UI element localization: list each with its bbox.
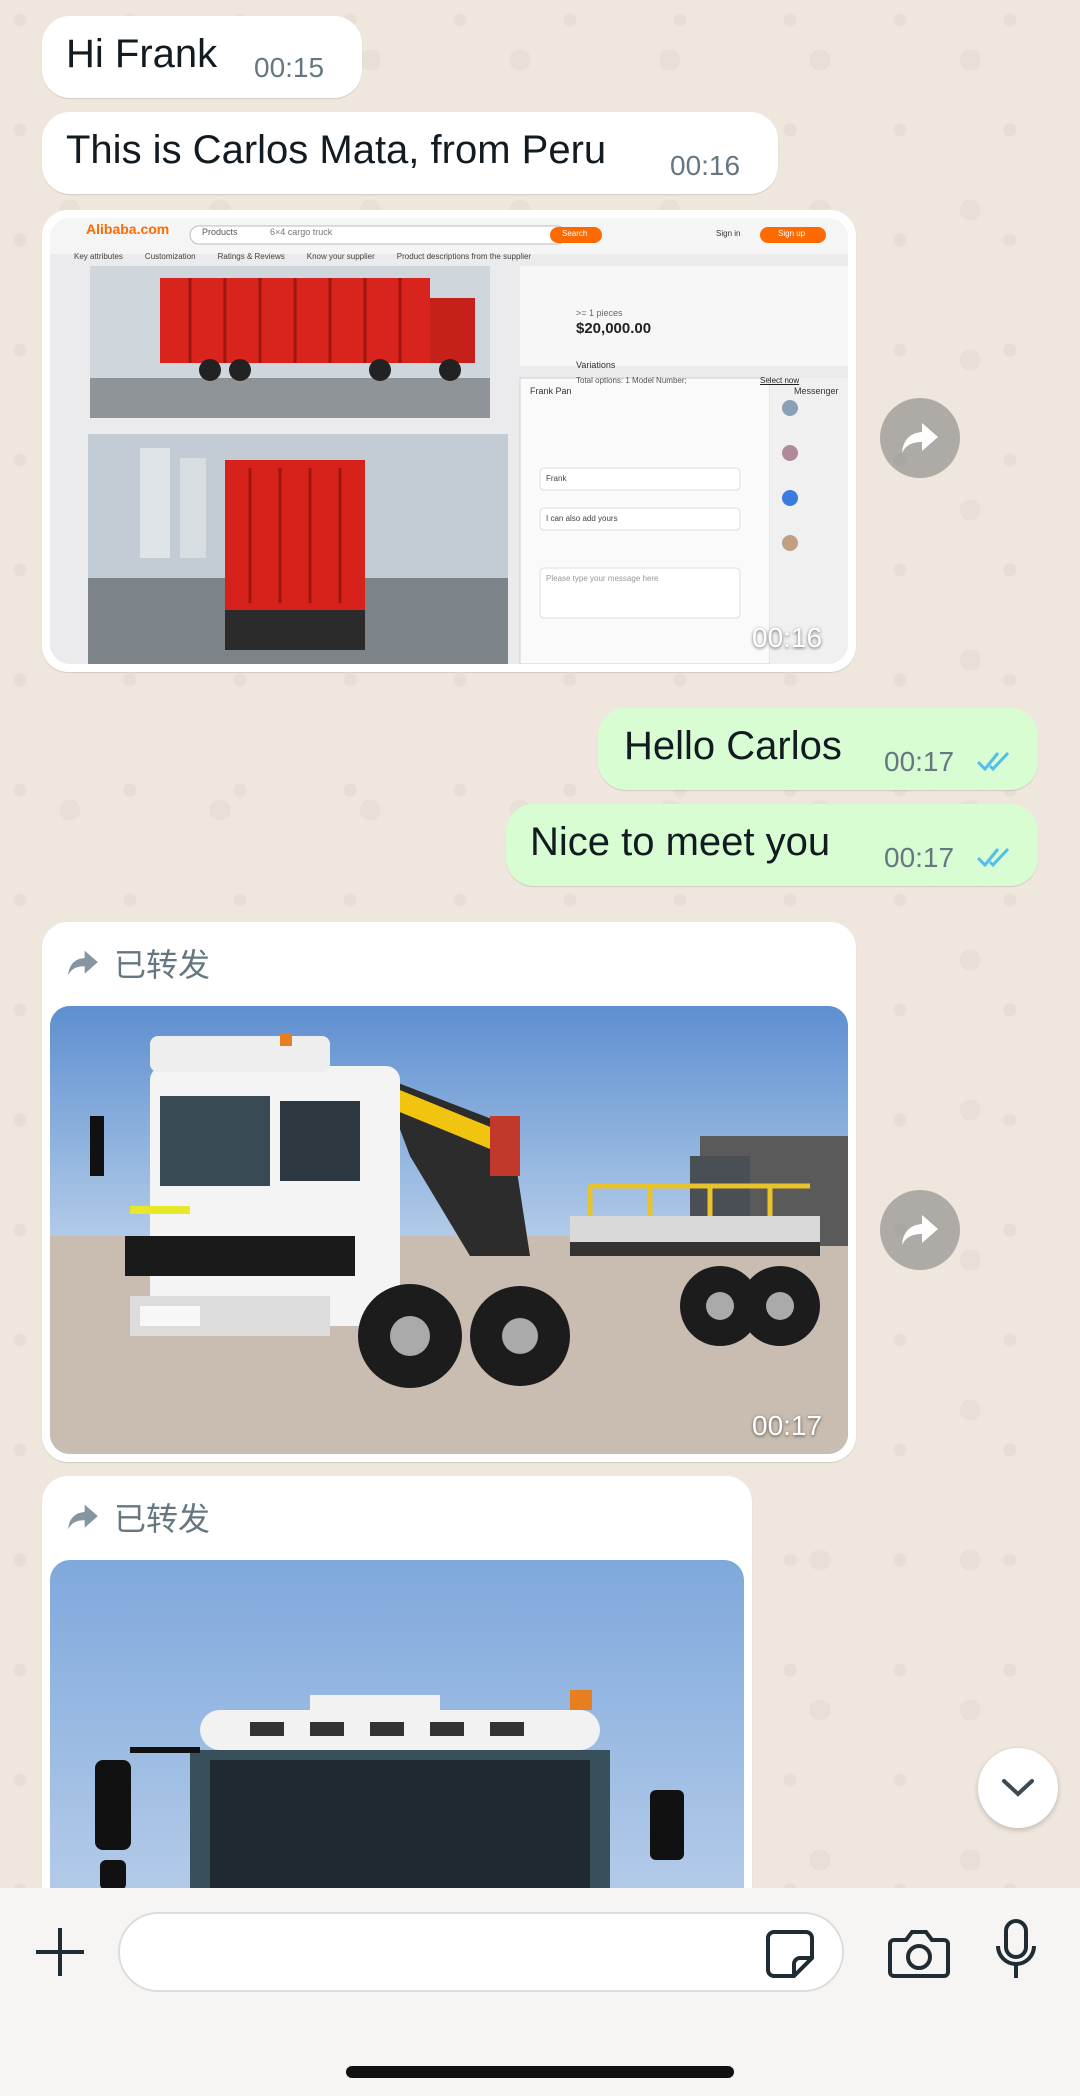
double-check-icon <box>976 847 1010 868</box>
share-forward-icon <box>902 1215 938 1245</box>
chevron-down-icon <box>1002 1779 1034 1797</box>
camera-button[interactable] <box>888 1924 950 1980</box>
alibaba-screenshot-image[interactable]: Alibaba.com Products 6×4 cargo truck Sea… <box>50 218 848 664</box>
screenshot-price: $20,000.00 <box>576 320 652 337</box>
message-bubble-outgoing[interactable]: Nice to meet you 00:17 <box>506 804 1038 886</box>
screenshot-tab: Ratings & Reviews <box>217 252 285 261</box>
message-text: Hi Frank <box>66 32 218 76</box>
forwarded-label: 已转发 <box>66 1494 210 1540</box>
screenshot-tabs: Key attributes Customization Ratings & R… <box>74 252 531 261</box>
message-input[interactable] <box>118 1912 844 1992</box>
image-message-incoming[interactable]: 已转发 <box>42 1476 752 1936</box>
screenshot-logo: Alibaba.com <box>86 221 170 237</box>
screenshot-tab: Product descriptions from the supplier <box>396 252 532 261</box>
message-text: This is Carlos Mata, from Peru <box>66 128 607 172</box>
microphone-icon <box>996 1919 1036 1978</box>
screenshot-chat-title: Frank Pan <box>530 386 572 396</box>
composer-bar <box>0 1888 1080 2096</box>
sticker-button[interactable] <box>764 1928 816 1980</box>
forwarded-label: 已转发 <box>66 940 210 986</box>
message-time: 00:17 <box>884 746 955 777</box>
attach-button[interactable] <box>32 1924 88 1980</box>
message-time: 00:16 <box>752 622 823 653</box>
forward-button[interactable] <box>880 398 960 478</box>
screenshot-signup: Sign up <box>778 229 806 238</box>
screenshot-chat-line: I can also add yours <box>546 514 618 523</box>
screenshot-signin: Sign in <box>716 229 741 238</box>
message-text: Hello Carlos <box>624 724 842 768</box>
truck-front-illustration <box>50 1560 744 1930</box>
sticker-icon <box>766 1930 814 1978</box>
plus-icon <box>36 1928 84 1976</box>
screenshot-chat-input: Please type your message here <box>546 574 659 583</box>
home-indicator <box>346 2066 734 2078</box>
message-text: Nice to meet you <box>530 820 831 864</box>
screenshot-total-options: Total options: 1 Model Number; <box>576 376 687 385</box>
message-time: 00:16 <box>670 150 741 181</box>
forwarded-text: 已转发 <box>114 946 211 984</box>
crane-truck-image[interactable]: 00:17 <box>50 1006 848 1454</box>
screenshot-pieces: >= 1 pieces <box>576 308 623 318</box>
image-message-incoming[interactable]: 已转发 <box>42 922 856 1462</box>
screenshot-search-query: 6×4 cargo truck <box>270 227 333 237</box>
screenshot-variations: Variations <box>576 360 616 370</box>
message-bubble-outgoing[interactable]: Hello Carlos 00:17 <box>598 708 1038 790</box>
screenshot-tab: Know your supplier <box>306 252 375 261</box>
truck-photo-illustration <box>50 1006 848 1454</box>
share-forward-icon <box>68 1504 98 1530</box>
double-check-icon <box>976 751 1010 772</box>
message-time: 00:15 <box>254 52 325 83</box>
forward-button[interactable] <box>880 1190 960 1270</box>
message-bubble-incoming[interactable]: Hi Frank 00:15 <box>42 16 362 98</box>
share-forward-icon <box>902 423 938 453</box>
screenshot-search-button: Search <box>562 229 588 238</box>
scroll-to-bottom-button[interactable] <box>978 1748 1058 1828</box>
share-forward-icon <box>68 950 98 976</box>
screenshot-messenger: Messenger <box>794 386 839 396</box>
image-message-incoming[interactable]: Alibaba.com Products 6×4 cargo truck Sea… <box>42 210 856 672</box>
message-time: 00:17 <box>752 1410 823 1441</box>
message-time: 00:17 <box>884 842 955 873</box>
screenshot-tab: Key attributes <box>74 252 123 261</box>
voice-message-button[interactable] <box>994 1918 1038 1982</box>
screenshot-chat-line: Frank <box>546 474 567 483</box>
camera-icon <box>888 1930 950 1978</box>
forwarded-text: 已转发 <box>114 1500 211 1538</box>
screenshot-tab: Customization <box>144 252 196 261</box>
message-bubble-incoming[interactable]: This is Carlos Mata, from Peru 00:16 <box>42 112 778 194</box>
truck-front-image[interactable] <box>50 1560 744 1930</box>
screenshot-search-category: Products <box>202 227 238 237</box>
screenshot-illustration <box>50 218 848 664</box>
screenshot-select-now: Select now <box>760 376 800 385</box>
